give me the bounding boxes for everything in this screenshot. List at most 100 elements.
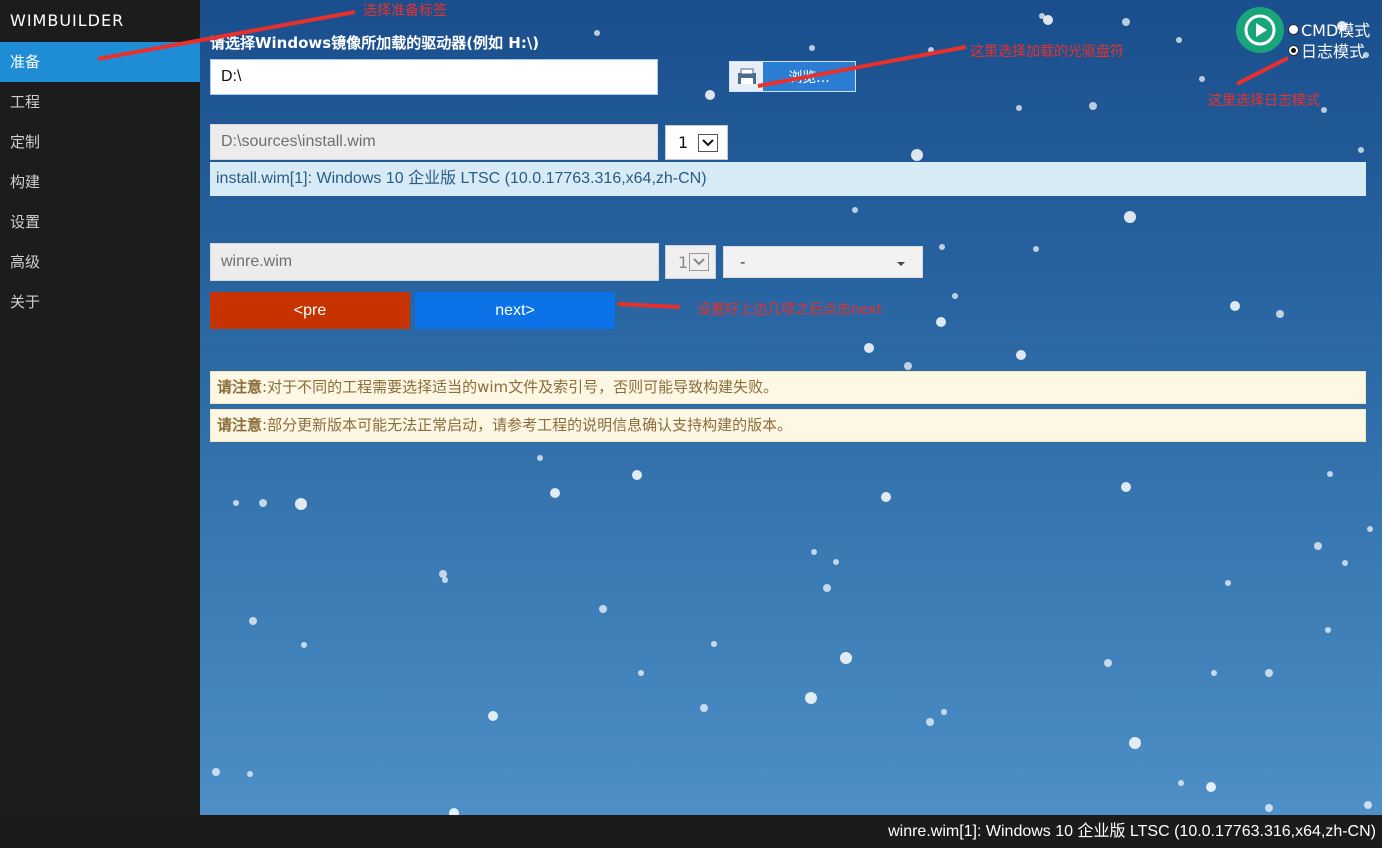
snowflake (1089, 102, 1097, 110)
install-wim-index-select[interactable]: 1 (665, 125, 728, 160)
snow-background (212, 13, 1373, 815)
annotation-select-prepare: 选择准备标签 (363, 3, 447, 19)
snowflake (941, 709, 947, 715)
snowflake (550, 488, 560, 498)
snowflake (537, 455, 543, 461)
snowflake (1176, 37, 1182, 43)
winre-arch-value: - (740, 253, 746, 271)
snowflake (911, 149, 923, 161)
snowflake (711, 641, 717, 647)
snowflake (833, 559, 839, 565)
snowflake (852, 207, 858, 213)
sidebar-item-settings[interactable]: 设置 (0, 202, 200, 242)
log-mode-radio[interactable]: 日志模式 (1288, 38, 1365, 62)
snowflake (1104, 659, 1112, 667)
snowflake (449, 808, 459, 815)
printer-folder-icon (730, 62, 763, 91)
snowflake (936, 317, 946, 327)
next-button[interactable]: next> (415, 292, 615, 329)
snowflake (249, 617, 257, 625)
snowflake (1230, 301, 1240, 311)
notice: 请注意:对于不同的工程需要选择适当的wim文件及索引号，否则可能导致构建失败。 (210, 371, 1366, 404)
snowflake (1225, 580, 1231, 586)
snowflake (823, 584, 831, 592)
snowflake (1124, 211, 1136, 223)
snowflake (840, 652, 852, 664)
snowflake (1206, 782, 1216, 792)
snowflake (705, 90, 715, 100)
snowflake (638, 670, 644, 676)
sidebar-item-project[interactable]: 工程 (0, 82, 200, 122)
snowflake (1033, 246, 1039, 252)
snowflake (700, 704, 708, 712)
snowflake (1039, 13, 1045, 19)
snowflake (1314, 542, 1322, 550)
annotation-select-log: 这里选择日志模式 (1208, 93, 1320, 109)
install-wim-info: install.wim[1]: Windows 10 企业版 LTSC (10.… (210, 162, 1366, 196)
chevron-down-icon (698, 133, 718, 152)
snowflake (259, 499, 267, 507)
snowflake (1325, 627, 1331, 633)
snowflake (1178, 780, 1184, 786)
snowflake (1342, 560, 1348, 566)
radio-button-checked-icon (1288, 44, 1299, 56)
pre-button[interactable]: <pre (210, 292, 410, 329)
snowflake (632, 470, 642, 480)
sidebar-item-about[interactable]: 关于 (0, 282, 200, 322)
snowflake (1367, 526, 1373, 532)
browse-button[interactable]: 浏览... (729, 61, 856, 92)
chevron-down-icon (689, 253, 709, 271)
snowflake (1129, 737, 1141, 749)
notice-title: 请注意 (217, 416, 263, 434)
snowflake (1016, 105, 1022, 111)
caret-down-icon (896, 253, 906, 271)
snowflake (488, 711, 498, 721)
drive-label: 请选择Windows镜像所加载的驱动器(例如 H:\) (210, 34, 540, 52)
winre-index-value: 1 (678, 252, 689, 272)
install-wim-path-field[interactable]: D:\sources\install.wim (210, 124, 658, 160)
sidebar-item-advanced[interactable]: 高级 (0, 242, 200, 282)
snowflake (1199, 76, 1205, 82)
snowflake (1276, 310, 1284, 318)
snowflake (928, 47, 934, 53)
radio-button-icon (1288, 23, 1299, 35)
snowflake (805, 692, 817, 704)
play-icon (1244, 14, 1276, 46)
snowflake (1358, 147, 1364, 153)
annotation-select-drive: 这里选择加载的光驱盘符 (970, 44, 1124, 60)
app-title: WIMBUILDER (10, 11, 125, 30)
sidebar-item-prepare[interactable]: 准备 (0, 42, 200, 82)
snowflake (864, 343, 874, 353)
snowflake (952, 293, 958, 299)
snowflake (1211, 670, 1217, 676)
install-wim-index-value: 1 (678, 133, 689, 152)
winre-index-select[interactable]: 1 (665, 245, 716, 279)
run-button[interactable] (1236, 7, 1284, 53)
snowflake (247, 771, 253, 777)
snowflake (904, 362, 912, 370)
winre-arch-select[interactable]: - (723, 246, 923, 278)
sidebar-item-build[interactable]: 构建 (0, 162, 200, 202)
snowflake (1265, 669, 1273, 677)
notice: 请注意:部分更新版本可能无法正常启动，请参考工程的说明信息确认支持构建的版本。 (210, 409, 1366, 442)
notice-title: 请注意 (217, 378, 263, 396)
snowflake (599, 605, 607, 613)
snowflake (212, 768, 220, 776)
snowflake (1364, 801, 1372, 809)
sidebar-item-customize[interactable]: 定制 (0, 122, 200, 162)
install-wim-path-value: D:\sources\install.wim (221, 133, 376, 150)
snowflake (809, 45, 815, 51)
winre-path-value: winre.wim (221, 253, 293, 270)
snowflake (301, 642, 307, 648)
annotation-click-next: 设置好上边几项之后点击next (697, 302, 883, 318)
sidebar: WIMBUILDER 准备 工程 定制 构建 设置 高级 关于 (0, 0, 200, 815)
drive-input[interactable] (210, 59, 658, 95)
notice-text: :部分更新版本可能无法正常启动，请参考工程的说明信息确认支持构建的版本。 (262, 416, 793, 434)
snowflake (939, 244, 945, 250)
snowflake (881, 492, 891, 502)
snowflake (1121, 482, 1131, 492)
snowflake (233, 500, 239, 506)
winre-path-field[interactable]: winre.wim (210, 243, 659, 281)
snowflake (295, 498, 307, 510)
status-bar: winre.wim[1]: Windows 10 企业版 LTSC (10.0.… (0, 815, 1382, 845)
